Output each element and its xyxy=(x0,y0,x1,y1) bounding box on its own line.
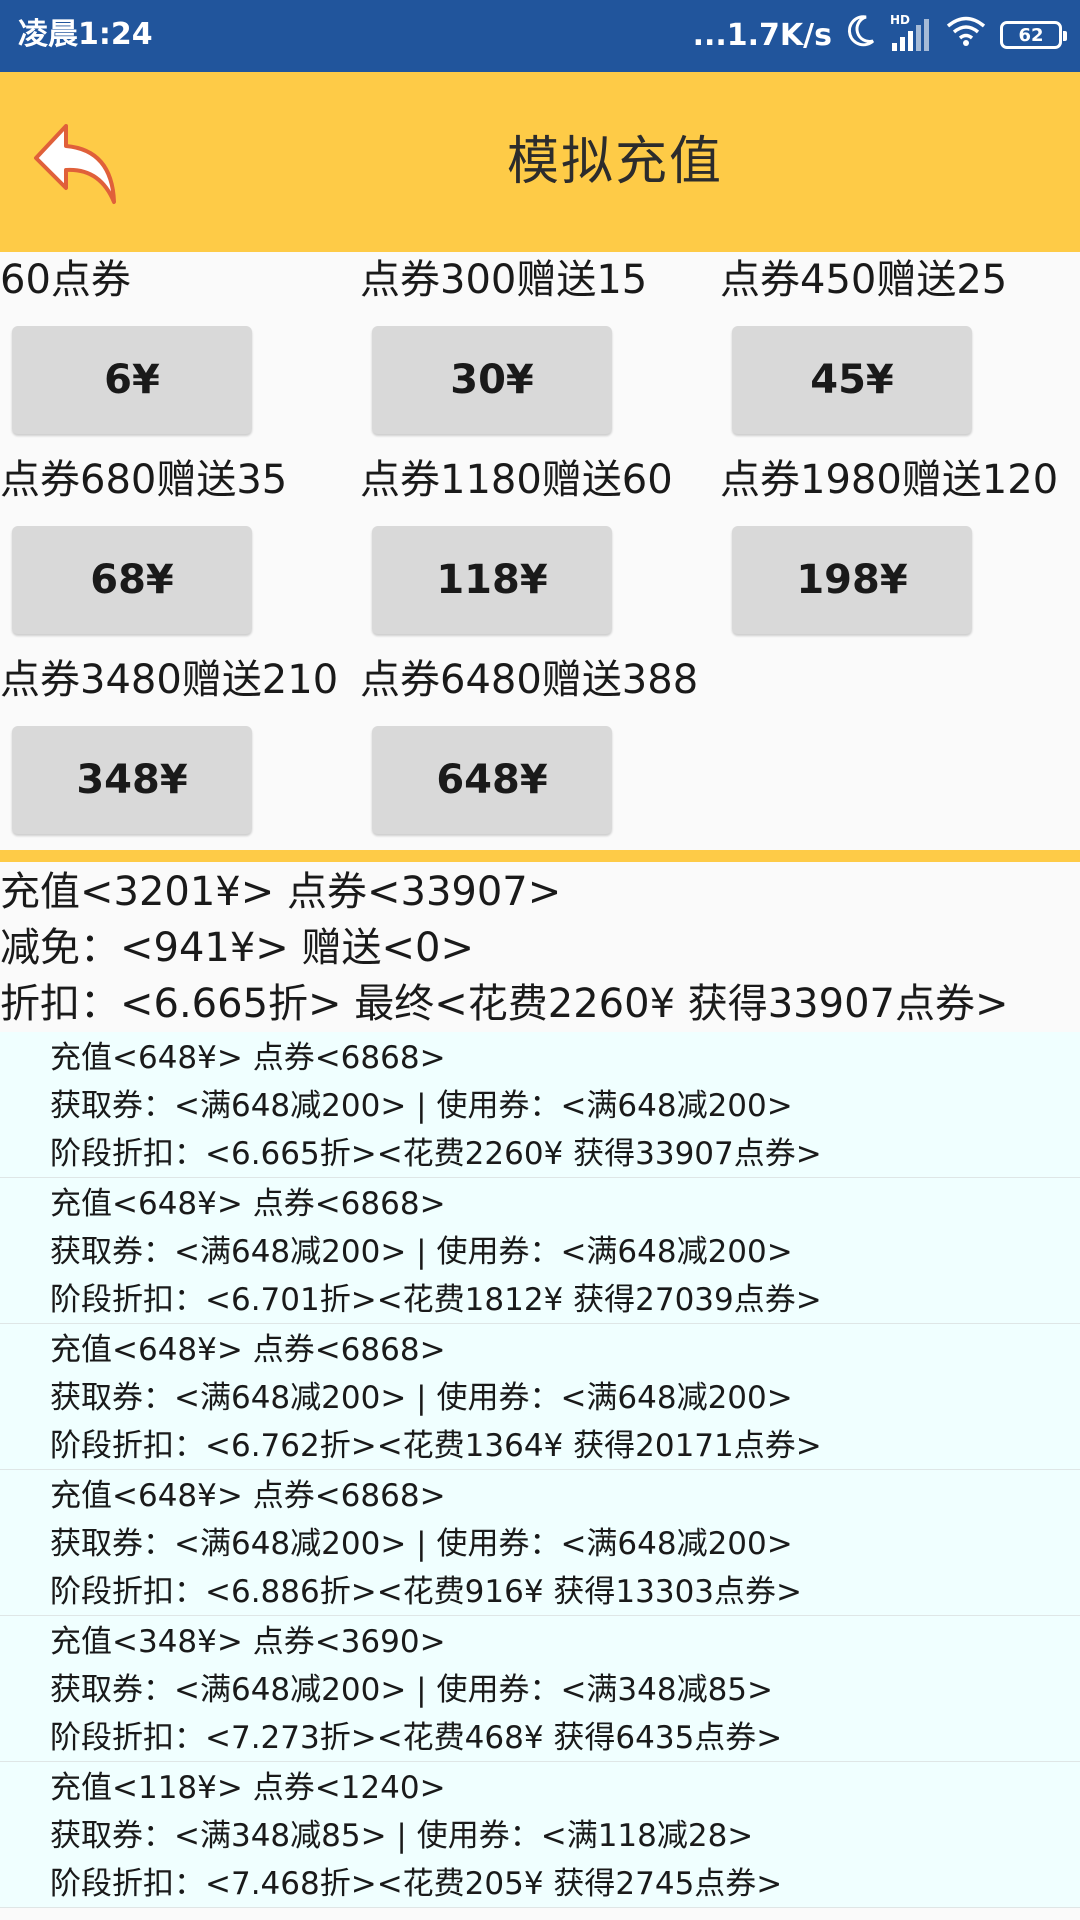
package-item: 点券450赠送25 45¥ xyxy=(720,252,1080,452)
package-label: 点券680赠送35 xyxy=(0,457,288,503)
price-button[interactable]: 68¥ xyxy=(12,526,252,634)
status-time: 凌晨1:24 xyxy=(18,17,153,52)
summary-recharge: 充值<3201¥> 点券<33907> xyxy=(0,869,562,915)
back-arrow-icon[interactable] xyxy=(30,116,122,208)
stage-item: 充值<648¥> 点券<6868> 获取券：<满648减200> | 使用券：<… xyxy=(0,1470,1080,1616)
package-grid: 60点券 6¥ 点券300赠送15 30¥ 点券450赠送25 45¥ 点券68… xyxy=(0,252,1080,850)
package-label: 点券3480赠送210 xyxy=(0,657,339,703)
package-item: 点券6480赠送388 648¥ xyxy=(360,652,720,852)
price-button[interactable]: 45¥ xyxy=(732,326,972,434)
stage-coupons: 获取券：<满648减200> | 使用券：<满648减200> xyxy=(50,1526,793,1562)
status-bar: 凌晨1:24 ...1.7K/s HD 62 xyxy=(0,0,1080,72)
price-button[interactable]: 118¥ xyxy=(372,526,612,634)
package-item: 点券680赠送35 68¥ xyxy=(0,452,360,652)
stage-coupons: 获取券：<满648减200> | 使用券：<满348减85> xyxy=(50,1672,774,1708)
status-icons: ...1.7K/s HD 62 xyxy=(692,13,1067,56)
package-label: 点券1980赠送120 xyxy=(720,457,1059,503)
stage-discount: 阶段折扣：<7.468折><花费205¥ 获得2745点券> xyxy=(50,1866,783,1902)
summary-panel: 充值<3201¥> 点券<33907> 减免：<941¥> 赠送<0> 折扣：<… xyxy=(0,864,1080,1032)
stage-discount: 阶段折扣：<6.665折><花费2260¥ 获得33907点券> xyxy=(50,1136,822,1172)
battery-indicator: 62 xyxy=(1000,21,1067,49)
stage-item: 充值<648¥> 点券<6868> 获取券：<满648减200> | 使用券：<… xyxy=(0,1178,1080,1324)
stage-discount: 阶段折扣：<7.273折><花费468¥ 获得6435点券> xyxy=(50,1720,783,1756)
stage-coupons: 获取券：<满648减200> | 使用券：<满648减200> xyxy=(50,1234,793,1270)
package-item: 点券300赠送15 30¥ xyxy=(360,252,720,452)
network-speed: ...1.7K/s xyxy=(692,17,832,53)
package-item: 60点券 6¥ xyxy=(0,252,360,452)
signal-icon: HD xyxy=(890,13,932,53)
package-item: 点券3480赠送210 348¥ xyxy=(0,652,360,852)
stage-recharge: 充值<118¥> 点券<1240> xyxy=(50,1770,446,1806)
stage-recharge: 充值<648¥> 点券<6868> xyxy=(50,1332,446,1368)
package-item: 点券1180赠送60 118¥ xyxy=(360,452,720,652)
package-label: 点券300赠送15 xyxy=(360,257,648,303)
stage-recharge: 充值<648¥> 点券<6868> xyxy=(50,1186,446,1222)
moon-icon xyxy=(846,14,876,56)
stage-discount: 阶段折扣：<6.701折><花费1812¥ 获得27039点券> xyxy=(50,1282,822,1318)
stage-item: 充值<348¥> 点券<3690> 获取券：<满648减200> | 使用券：<… xyxy=(0,1616,1080,1762)
page-title: 模拟充值 xyxy=(506,132,723,192)
stage-recharge: 充值<348¥> 点券<3690> xyxy=(50,1624,446,1660)
price-button[interactable]: 30¥ xyxy=(372,326,612,434)
stage-coupons: 获取券：<满348减85> | 使用券：<满118减28> xyxy=(50,1818,754,1854)
stage-recharge: 充值<648¥> 点券<6868> xyxy=(50,1478,446,1514)
package-label: 点券1180赠送60 xyxy=(360,457,673,503)
stage-discount: 阶段折扣：<6.762折><花费1364¥ 获得20171点券> xyxy=(50,1428,822,1464)
stage-recharge: 充值<648¥> 点券<6868> xyxy=(50,1040,446,1076)
package-item: 点券1980赠送120 198¥ xyxy=(720,452,1080,652)
stage-item: 充值<648¥> 点券<6868> 获取券：<满648减200> | 使用券：<… xyxy=(0,1324,1080,1470)
price-button[interactable]: 648¥ xyxy=(372,726,612,834)
stage-item: 充值<118¥> 点券<1240> 获取券：<满348减85> | 使用券：<满… xyxy=(0,1762,1080,1908)
package-label: 点券6480赠送388 xyxy=(360,657,699,703)
stage-coupons: 获取券：<满648减200> | 使用券：<满648减200> xyxy=(50,1380,793,1416)
stage-discount: 阶段折扣：<6.886折><花费916¥ 获得13303点券> xyxy=(50,1574,803,1610)
summary-discount: 折扣：<6.665折> 最终<花费2260¥ 获得33907点券> xyxy=(0,981,1009,1027)
package-label: 点券450赠送25 xyxy=(720,257,1008,303)
section-divider xyxy=(0,850,1080,862)
price-button[interactable]: 348¥ xyxy=(12,726,252,834)
package-label: 60点券 xyxy=(0,257,131,303)
stage-coupons: 获取券：<满648减200> | 使用券：<满648减200> xyxy=(50,1088,793,1124)
app-header: 模拟充值 xyxy=(0,72,1080,252)
wifi-icon xyxy=(946,15,986,55)
summary-reduction: 减免：<941¥> 赠送<0> xyxy=(0,925,475,971)
price-button[interactable]: 6¥ xyxy=(12,326,252,434)
stage-list: 充值<648¥> 点券<6868> 获取券：<满648减200> | 使用券：<… xyxy=(0,1032,1080,1908)
stage-item: 充值<648¥> 点券<6868> 获取券：<满648减200> | 使用券：<… xyxy=(0,1032,1080,1178)
price-button[interactable]: 198¥ xyxy=(732,526,972,634)
